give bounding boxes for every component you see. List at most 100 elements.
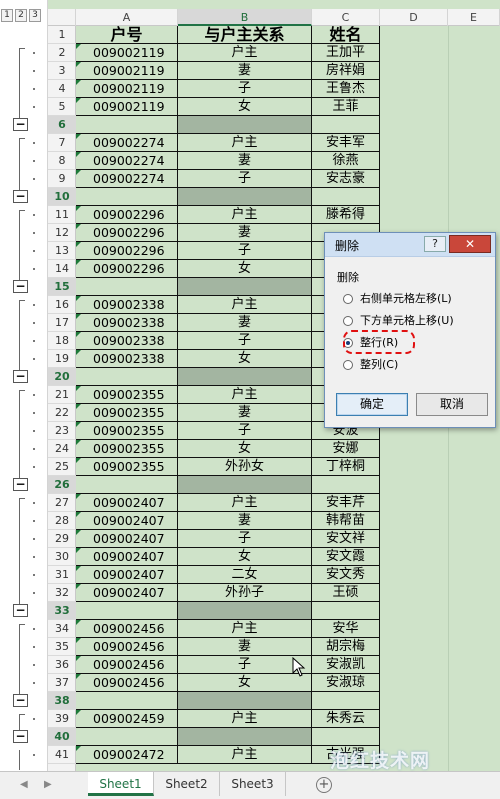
row-number[interactable]: 26 bbox=[48, 476, 76, 494]
row-number[interactable]: 11 bbox=[48, 206, 76, 224]
row-number[interactable]: 8 bbox=[48, 152, 76, 170]
cell-b[interactable]: 户主 bbox=[178, 134, 312, 152]
close-button[interactable]: ✕ bbox=[449, 235, 491, 253]
cell-a[interactable]: 009002119 bbox=[76, 62, 178, 80]
collapse-group-button[interactable]: − bbox=[13, 604, 28, 617]
row-number[interactable]: 6 bbox=[48, 116, 76, 134]
cell-b[interactable] bbox=[178, 278, 312, 296]
cell-c[interactable]: 安娜 bbox=[312, 440, 380, 458]
cell-c[interactable]: 安淑琼 bbox=[312, 674, 380, 692]
cell-c[interactable]: 安华 bbox=[312, 620, 380, 638]
row-number[interactable]: 12 bbox=[48, 224, 76, 242]
cell-a[interactable] bbox=[76, 116, 178, 134]
cell-b[interactable] bbox=[178, 188, 312, 206]
cell-b[interactable]: 户主 bbox=[178, 44, 312, 62]
outline-level-1-button[interactable]: 1 bbox=[1, 9, 13, 22]
row-number[interactable]: 19 bbox=[48, 350, 76, 368]
radio-entire-column[interactable]: 整列(C) bbox=[343, 357, 500, 373]
row-number[interactable]: 27 bbox=[48, 494, 76, 512]
cell-c[interactable]: 王菲 bbox=[312, 98, 380, 116]
cell-a[interactable]: 009002338 bbox=[76, 296, 178, 314]
tab-sheet1[interactable]: Sheet1 bbox=[88, 772, 154, 796]
cell-b[interactable]: 妻 bbox=[178, 404, 312, 422]
cell-b[interactable]: 妻 bbox=[178, 512, 312, 530]
cell-a[interactable] bbox=[76, 602, 178, 620]
cell-b[interactable]: 女 bbox=[178, 350, 312, 368]
row-number[interactable]: 22 bbox=[48, 404, 76, 422]
cell-a[interactable]: 009002456 bbox=[76, 656, 178, 674]
cell-b[interactable] bbox=[178, 728, 312, 746]
cell-c[interactable]: 安文秀 bbox=[312, 566, 380, 584]
cell-a[interactable]: 009002407 bbox=[76, 530, 178, 548]
cell-b[interactable]: 子 bbox=[178, 242, 312, 260]
cell-a[interactable]: 009002274 bbox=[76, 170, 178, 188]
outline-level-3-button[interactable]: 3 bbox=[29, 9, 41, 22]
row-number[interactable]: 25 bbox=[48, 458, 76, 476]
cell-a[interactable]: 009002274 bbox=[76, 134, 178, 152]
cell-a[interactable]: 009002119 bbox=[76, 98, 178, 116]
header-cell-name[interactable]: 姓名 bbox=[312, 26, 380, 44]
cell-b[interactable]: 女 bbox=[178, 440, 312, 458]
cell-b[interactable]: 二女 bbox=[178, 566, 312, 584]
cell-b[interactable]: 户主 bbox=[178, 710, 312, 728]
cell-c[interactable]: 王加平 bbox=[312, 44, 380, 62]
cell-c[interactable]: 安丰芹 bbox=[312, 494, 380, 512]
cell-c[interactable]: 安丰军 bbox=[312, 134, 380, 152]
row-number[interactable]: 32 bbox=[48, 584, 76, 602]
collapse-group-button[interactable]: − bbox=[13, 190, 28, 203]
add-sheet-button[interactable]: + bbox=[316, 777, 332, 793]
cell-a[interactable]: 009002407 bbox=[76, 512, 178, 530]
row-number[interactable]: 17 bbox=[48, 314, 76, 332]
cell-b[interactable] bbox=[178, 602, 312, 620]
cell-a[interactable]: 009002296 bbox=[76, 206, 178, 224]
cell-c[interactable] bbox=[312, 728, 380, 746]
row-number[interactable]: 14 bbox=[48, 260, 76, 278]
radio-shift-left[interactable]: 右侧单元格左移(L) bbox=[343, 291, 500, 307]
cell-a[interactable]: 009002407 bbox=[76, 494, 178, 512]
cell-a[interactable]: 009002407 bbox=[76, 548, 178, 566]
select-all-corner[interactable] bbox=[48, 9, 76, 26]
row-number[interactable]: 15 bbox=[48, 278, 76, 296]
row-number[interactable]: 3 bbox=[48, 62, 76, 80]
tab-scroll-right-icon[interactable]: ▶ bbox=[44, 779, 52, 790]
collapse-group-button[interactable]: − bbox=[13, 694, 28, 707]
cell-c[interactable]: 安淑凯 bbox=[312, 656, 380, 674]
cell-c[interactable]: 胡宗梅 bbox=[312, 638, 380, 656]
cell-b[interactable]: 子 bbox=[178, 332, 312, 350]
row-number[interactable]: 39 bbox=[48, 710, 76, 728]
row-number[interactable]: 1 bbox=[48, 26, 76, 44]
cell-a[interactable]: 009002296 bbox=[76, 260, 178, 278]
cell-a[interactable]: 009002338 bbox=[76, 350, 178, 368]
cell-b[interactable]: 妻 bbox=[178, 224, 312, 242]
radio-shift-up[interactable]: 下方单元格上移(U) bbox=[343, 313, 500, 329]
cell-c[interactable] bbox=[312, 116, 380, 134]
cell-b[interactable]: 户主 bbox=[178, 494, 312, 512]
row-number[interactable]: 37 bbox=[48, 674, 76, 692]
cell-a[interactable] bbox=[76, 692, 178, 710]
row-number[interactable]: 21 bbox=[48, 386, 76, 404]
tab-sheet3[interactable]: Sheet3 bbox=[220, 772, 286, 796]
cell-b[interactable]: 子 bbox=[178, 80, 312, 98]
cell-a[interactable]: 009002456 bbox=[76, 674, 178, 692]
cell-a[interactable]: 009002296 bbox=[76, 224, 178, 242]
row-number[interactable]: 23 bbox=[48, 422, 76, 440]
cell-a[interactable]: 009002355 bbox=[76, 386, 178, 404]
cell-a[interactable]: 009002355 bbox=[76, 458, 178, 476]
cell-b[interactable] bbox=[178, 116, 312, 134]
radio-button[interactable] bbox=[343, 316, 353, 326]
cell-c[interactable] bbox=[312, 188, 380, 206]
help-button[interactable]: ? bbox=[424, 236, 446, 252]
row-number[interactable]: 10 bbox=[48, 188, 76, 206]
collapse-group-button[interactable]: − bbox=[13, 280, 28, 293]
header-cell-hu-hao[interactable]: 户号 bbox=[76, 26, 178, 44]
column-header-a[interactable]: A bbox=[76, 9, 178, 26]
cell-c[interactable]: 王鲁杰 bbox=[312, 80, 380, 98]
cell-b[interactable]: 子 bbox=[178, 422, 312, 440]
cell-b[interactable]: 妻 bbox=[178, 62, 312, 80]
cell-b[interactable] bbox=[178, 368, 312, 386]
cell-c[interactable]: 房祥娟 bbox=[312, 62, 380, 80]
radio-button[interactable] bbox=[343, 294, 353, 304]
cell-a[interactable]: 009002407 bbox=[76, 566, 178, 584]
cell-b[interactable]: 女 bbox=[178, 260, 312, 278]
cell-c[interactable]: 安志豪 bbox=[312, 170, 380, 188]
